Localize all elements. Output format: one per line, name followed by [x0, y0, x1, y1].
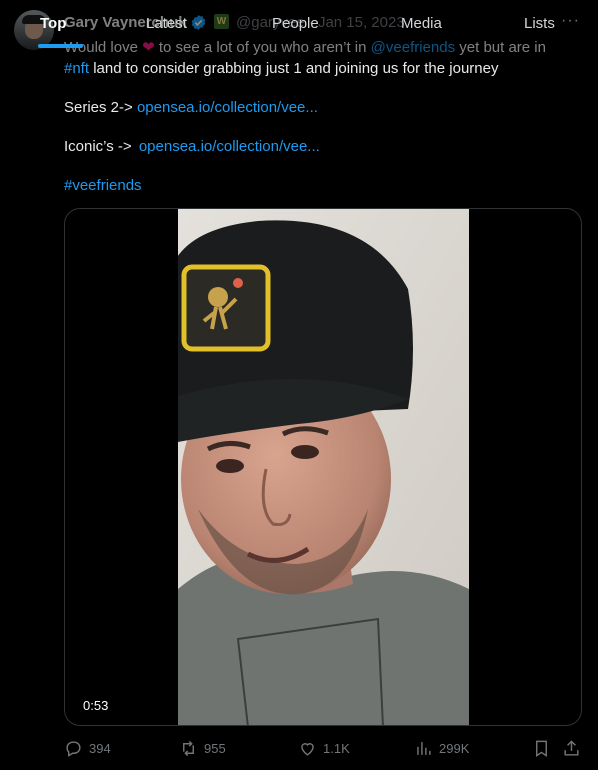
active-tab-indicator: [38, 44, 83, 48]
like-count: 1.1K: [323, 740, 350, 756]
heart-icon: [301, 742, 314, 756]
share-button[interactable]: [562, 736, 581, 760]
views-count: 299K: [439, 740, 470, 756]
tab-top[interactable]: Top: [40, 15, 66, 32]
reply-count: 394: [89, 740, 111, 756]
text-segment: land to consider grabbing just 1 and joi…: [89, 60, 499, 77]
tweet-text-line-hashtag: #veefriends: [64, 175, 580, 196]
share-icon: [564, 739, 579, 756]
bookmark-button[interactable]: [532, 736, 551, 760]
repost-icon: [183, 740, 194, 756]
tab-latest[interactable]: Latest: [146, 15, 187, 32]
repost-count: 955: [204, 740, 226, 756]
video-frame[interactable]: [178, 209, 469, 725]
video-duration: 0:53: [79, 696, 113, 715]
series-link[interactable]: opensea.io/collection/vee...: [137, 99, 318, 116]
tab-lists[interactable]: Lists: [524, 15, 555, 32]
tab-media[interactable]: Media: [401, 15, 442, 32]
analytics-icon: [417, 741, 431, 755]
hashtag-nft-link[interactable]: #nft: [64, 60, 89, 77]
tweet-text-line-iconic: Iconic’s -> opensea.io/collection/vee...: [64, 136, 580, 157]
search-tabs: Top Latest People Media Lists: [0, 0, 598, 48]
like-button[interactable]: 1.1K: [298, 736, 350, 760]
tweet-text: Would love ❤ to see a lot of you who are…: [64, 37, 580, 196]
series-label: Series 2->: [64, 99, 137, 116]
video-thumbnail: [178, 209, 469, 725]
tab-people[interactable]: People: [272, 15, 319, 32]
bookmark-icon: [536, 740, 547, 757]
iconic-link[interactable]: opensea.io/collection/vee...: [139, 138, 320, 155]
views-button[interactable]: 299K: [414, 736, 469, 760]
tweet-text-line-series: Series 2-> opensea.io/collection/vee...: [64, 97, 580, 118]
reply-icon: [66, 740, 81, 757]
tweet-text-line-2: #nft land to consider grabbing just 1 an…: [64, 58, 580, 79]
repost-button[interactable]: 955: [179, 736, 226, 760]
iconic-label: Iconic’s ->: [64, 138, 136, 155]
video-player[interactable]: 0:53: [64, 208, 582, 726]
tweet-actions: 394 955 1.1K 299K: [64, 736, 582, 760]
hashtag-veefriends-link[interactable]: #veefriends: [64, 177, 142, 194]
reply-button[interactable]: 394: [64, 736, 111, 760]
